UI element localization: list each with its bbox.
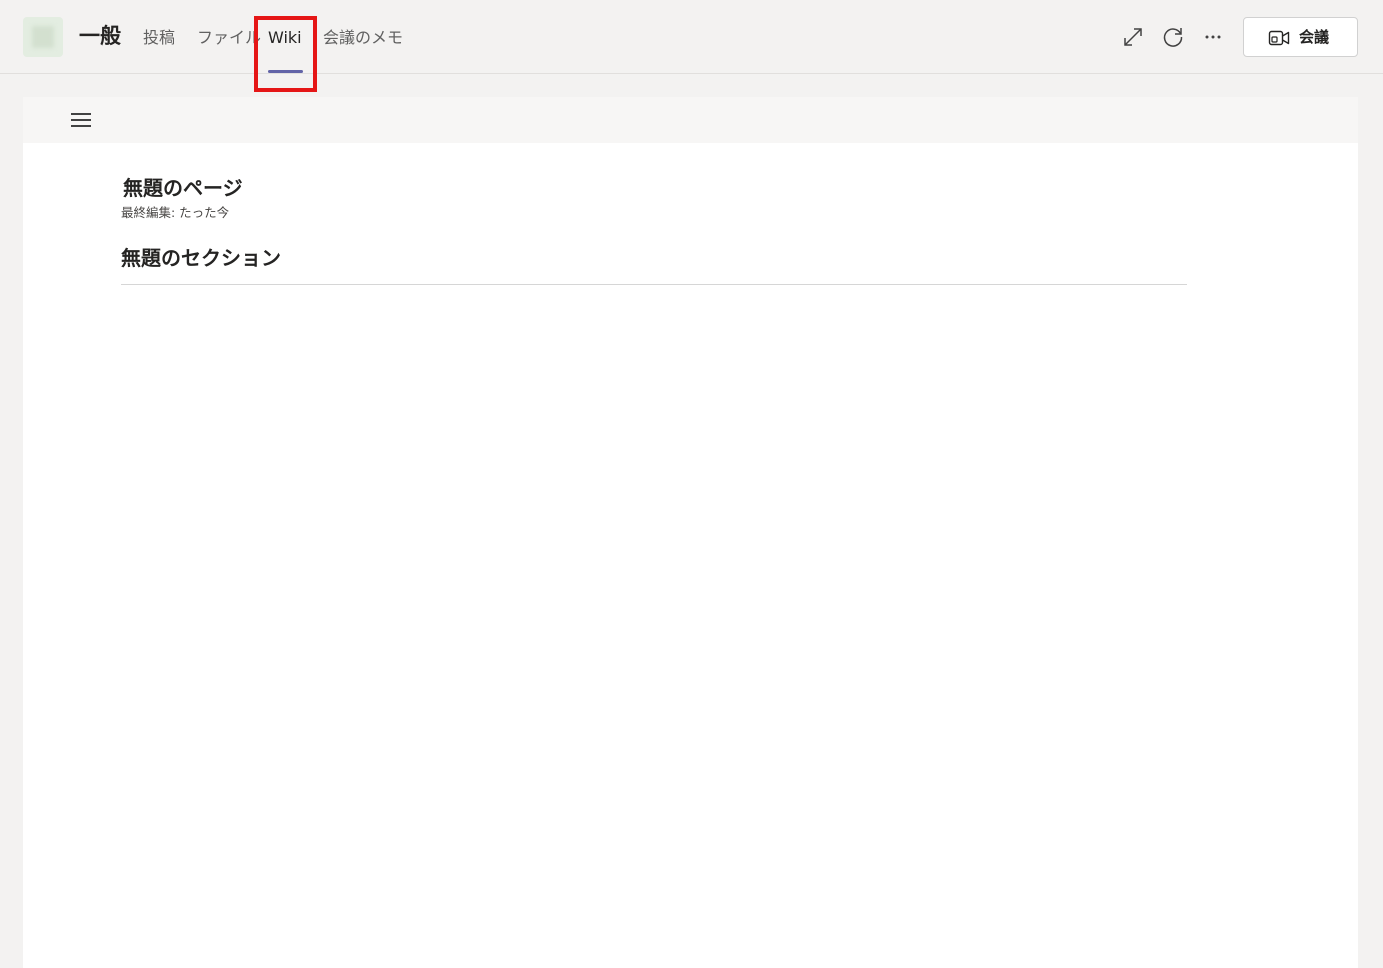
more-options-icon (1205, 35, 1221, 39)
tab-meeting-notes[interactable]: 会議のメモ (323, 26, 403, 50)
active-tab-indicator (268, 70, 303, 73)
wiki-toolbar (23, 97, 1358, 143)
last-edited-text: 最終編集: たった今 (121, 205, 230, 220)
wiki-content-pane: 無題のページ 最終編集: たった今 無題のセクション (23, 97, 1358, 968)
refresh-icon (1163, 28, 1183, 47)
meet-button[interactable]: 会議 (1243, 17, 1358, 57)
wiki-section-title[interactable]: 無題のセクション (121, 244, 281, 272)
refresh-button[interactable] (1160, 24, 1186, 50)
wiki-page-title[interactable]: 無題のページ (123, 174, 243, 202)
tab-posts[interactable]: 投稿 (143, 26, 175, 50)
section-divider (121, 284, 1187, 285)
video-camera-icon (1268, 30, 1290, 46)
tab-files[interactable]: ファイル (197, 26, 261, 50)
team-avatar[interactable] (23, 17, 63, 57)
hamburger-menu-icon[interactable] (69, 109, 93, 131)
expand-icon (1124, 28, 1142, 46)
team-avatar-image (32, 26, 54, 48)
meet-button-label: 会議 (1299, 28, 1330, 46)
channel-name: 一般 (79, 24, 121, 48)
channel-header: 一般 投稿 ファイル Wiki 会議のメモ 会議 (0, 0, 1383, 92)
more-options-button[interactable] (1200, 24, 1226, 50)
expand-button[interactable] (1120, 24, 1146, 50)
tab-wiki[interactable]: Wiki (268, 26, 302, 50)
